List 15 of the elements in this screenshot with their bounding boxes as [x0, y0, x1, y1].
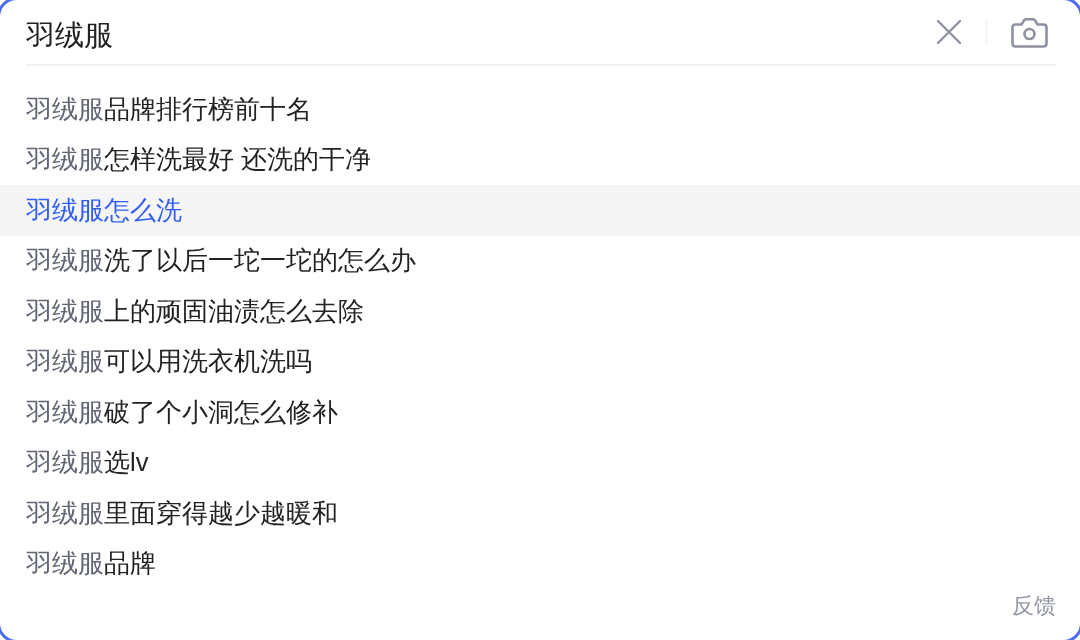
suggestion-item[interactable]: 羽绒服里面穿得越少越暖和 — [0, 488, 1080, 539]
search-input[interactable]: 羽绒服 — [26, 14, 936, 58]
suggestion-item[interactable]: 羽绒服怎样洗最好 还洗的干净 — [0, 134, 1080, 185]
image-search-button[interactable] — [1011, 16, 1048, 48]
suggestion-item[interactable]: 羽绒服选lv — [0, 437, 1080, 488]
clear-button[interactable] — [936, 19, 962, 45]
suggestion-item[interactable]: 羽绒服上的顽固油渍怎么去除 — [0, 286, 1080, 337]
close-icon — [936, 19, 962, 45]
suggestion-item[interactable]: 羽绒服破了个小洞怎么修补 — [0, 387, 1080, 438]
camera-icon — [1011, 16, 1048, 48]
suggestion-item[interactable]: 羽绒服品牌 — [0, 538, 1080, 589]
suggestion-item[interactable]: 羽绒服洗了以后一坨一坨的怎么办 — [0, 235, 1080, 286]
suggestion-item[interactable]: 羽绒服可以用洗衣机洗吗 — [0, 336, 1080, 387]
suggestion-item[interactable]: 羽绒服品牌排行榜前十名 — [0, 84, 1080, 135]
suggestion-item[interactable]: 羽绒服怎么洗 — [0, 185, 1080, 236]
